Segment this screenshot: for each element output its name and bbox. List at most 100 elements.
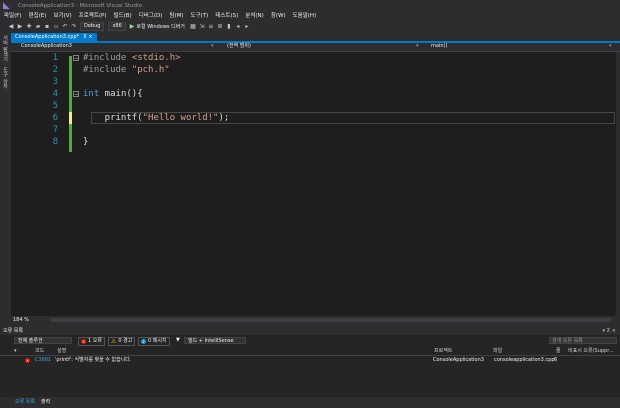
menu-help[interactable]: 도움말(H) bbox=[293, 12, 317, 21]
tab-label: ConsoleApplication3.cpp* bbox=[15, 34, 80, 40]
visual-studio-logo-icon: ◣ bbox=[3, 1, 10, 11]
menu-debug[interactable]: 디버그(D) bbox=[139, 12, 163, 21]
column-suppression[interactable]: 비표시 오류(Suppr... bbox=[568, 347, 614, 355]
next-bookmark-icon[interactable]: ▸ bbox=[244, 23, 250, 30]
step-icon[interactable]: ⇲ bbox=[199, 23, 205, 30]
comment-icon[interactable]: ≡ bbox=[208, 23, 214, 30]
window-title: ConsoleApplication3 - Microsoft Visual S… bbox=[18, 3, 143, 9]
menu-view[interactable]: 보기(V) bbox=[53, 12, 71, 21]
code-line-8: } bbox=[83, 136, 88, 148]
project-label: ConsoleApplication3 bbox=[21, 43, 72, 49]
tab-consoleapplication3-cpp[interactable]: ConsoleApplication3.cpp* ⊼ × bbox=[11, 33, 97, 41]
closing-brace: } bbox=[83, 137, 89, 147]
code-line-1: #include <stdio.h> bbox=[83, 52, 181, 64]
collapse-toggle-icon[interactable]: − bbox=[73, 91, 79, 98]
line-number: 2 bbox=[52, 65, 58, 75]
column-project[interactable]: 프로젝트 bbox=[434, 347, 452, 355]
menu-edit[interactable]: 편집(E) bbox=[29, 12, 47, 21]
change-indicator-saved bbox=[69, 56, 72, 152]
menu-window[interactable]: 창(W) bbox=[271, 12, 286, 21]
member-dropdown[interactable]: main() bbox=[431, 43, 447, 50]
sort-icon[interactable]: ▾ bbox=[14, 347, 17, 355]
scope-dropdown[interactable]: (전역 범위) bbox=[227, 43, 251, 50]
menu-tools[interactable]: 도구(T) bbox=[191, 12, 209, 21]
column-line[interactable]: 줄 bbox=[556, 347, 561, 355]
redo-icon[interactable]: ↷ bbox=[71, 23, 77, 30]
prev-bookmark-icon[interactable]: ◂ bbox=[235, 23, 241, 30]
editor-status-strip: 184 % bbox=[11, 316, 620, 324]
configuration-dropdown[interactable]: Debug bbox=[80, 22, 105, 31]
member-label: main() bbox=[431, 43, 448, 49]
start-debugging-button[interactable]: ▶ 로컬 Windows 디버거 bbox=[130, 23, 185, 30]
change-indicator-unsaved bbox=[69, 112, 72, 124]
warnings-count: 0 경고 bbox=[118, 338, 133, 344]
new-project-icon[interactable]: ✚ bbox=[26, 23, 32, 30]
column-file[interactable]: 파일 bbox=[493, 347, 502, 355]
chevron-down-icon[interactable]: ▾ bbox=[609, 43, 612, 49]
menu-team[interactable]: 팀(M) bbox=[169, 12, 183, 21]
menu-file[interactable]: 파일(F) bbox=[4, 12, 22, 21]
errors-filter-button[interactable]: × 1 오류 bbox=[78, 337, 105, 346]
project-dropdown[interactable]: ConsoleApplication3 bbox=[21, 43, 72, 50]
include-header: <stdio.h> bbox=[131, 53, 181, 63]
errors-count: 1 오류 bbox=[88, 338, 102, 344]
pin-close-icon[interactable]: ▾ ⊼ × bbox=[602, 327, 616, 335]
messages-filter-button[interactable]: i0 메시지 bbox=[138, 337, 170, 346]
undo-icon[interactable]: ↶ bbox=[62, 23, 68, 30]
bookmark-icon[interactable]: ▮ bbox=[226, 23, 232, 30]
preprocessor-directive: #include bbox=[83, 65, 132, 75]
error-list-panel: 오류 목록 ▾ ⊼ × 전체 솔루션 × 1 오류 ⚠ 0 경고 i0 메시지 ▼ … bbox=[0, 327, 620, 397]
bottom-tab-strip: 오류 목록 출력 bbox=[0, 397, 620, 408]
platform-dropdown[interactable]: x86 bbox=[108, 22, 126, 31]
tab-close-icon[interactable]: ⊼ × bbox=[83, 34, 92, 40]
error-list-column-headers: ▾ 코드 설명 프로젝트 파일 줄 비표시 오류(Suppr... bbox=[0, 347, 620, 356]
collapse-toggle-icon[interactable]: − bbox=[73, 55, 79, 62]
error-code-link[interactable]: C3861 bbox=[35, 356, 51, 364]
code-line-2: #include "pch.h" bbox=[83, 64, 170, 76]
menu-project[interactable]: 프로젝트(P) bbox=[79, 12, 107, 21]
horizontal-scrollbar[interactable] bbox=[51, 318, 611, 322]
title-bar: ◣ ConsoleApplication3 - Microsoft Visual… bbox=[0, 0, 620, 12]
tab-output[interactable]: 출력 bbox=[38, 398, 53, 406]
forward-icon[interactable]: ▶ bbox=[17, 23, 23, 30]
error-description: 'printf': 식별자를 찾을 수 없습니다. bbox=[55, 357, 132, 363]
toolbox-tab[interactable]: 도구 상자 bbox=[2, 67, 9, 89]
error-list-toolbar: 전체 솔루션 × 1 오류 ⚠ 0 경고 i0 메시지 ▼ 빌드 + Intelli… bbox=[0, 336, 620, 346]
navigation-bar: ConsoleApplication3 ▾ (전역 범위) ▾ main() ▾ bbox=[11, 43, 620, 52]
toolbar: ◀ ▶ ✚ ▰ ▪ ▫ ↶ ↷ Debug x86 ▶ 로컬 Windows 디… bbox=[0, 21, 620, 32]
error-icon: × bbox=[25, 358, 30, 363]
column-description[interactable]: 설명 bbox=[57, 347, 66, 355]
code-editor[interactable]: 1 2 3 4 5 6 7 8 − − #include <stdio.h> #… bbox=[11, 52, 616, 316]
line-number: 5 bbox=[52, 101, 58, 111]
error-file: consoleapplication3.cpp bbox=[494, 357, 555, 363]
open-icon[interactable]: ▰ bbox=[35, 23, 41, 30]
table-row[interactable]: × C3861 'printf': 식별자를 찾을 수 없습니다. Consol… bbox=[0, 356, 620, 364]
build-intellisense-dropdown[interactable]: 빌드 + IntelliSense bbox=[184, 337, 246, 344]
code-line-4: int main(){ bbox=[83, 88, 143, 100]
chevron-down-icon[interactable]: ▾ bbox=[211, 43, 214, 49]
back-icon[interactable]: ◀ bbox=[8, 23, 14, 30]
attach-icon[interactable]: ▦ bbox=[190, 23, 196, 30]
line-number: 6 bbox=[52, 113, 58, 123]
warnings-filter-button[interactable]: ⚠ 0 경고 bbox=[108, 337, 136, 346]
save-all-icon[interactable]: ▫ bbox=[53, 23, 59, 30]
function-call: printf( bbox=[83, 113, 143, 123]
string-literal: "Hello world!" bbox=[142, 113, 219, 123]
scope-filter-dropdown[interactable]: 전체 솔루션 bbox=[14, 337, 72, 344]
tab-error-list[interactable]: 오류 목록 bbox=[12, 398, 38, 406]
menu-build[interactable]: 빌드(B) bbox=[114, 12, 132, 21]
chevron-down-icon[interactable]: ▾ bbox=[416, 43, 419, 49]
filter-icon[interactable]: ▼ bbox=[174, 337, 182, 344]
line-number: 3 bbox=[52, 77, 58, 87]
document-tab-strip: ConsoleApplication3.cpp* ⊼ × bbox=[11, 33, 620, 43]
error-row-icon: × bbox=[25, 357, 30, 365]
error-list-search-input[interactable]: 검색 오류 목록 bbox=[549, 337, 617, 344]
zoom-level-dropdown[interactable]: 184 % bbox=[13, 316, 29, 324]
line-number: 1 bbox=[52, 53, 58, 63]
column-code[interactable]: 코드 bbox=[35, 347, 44, 355]
menu-test[interactable]: 테스트(S) bbox=[215, 12, 238, 21]
save-icon[interactable]: ▪ bbox=[44, 23, 50, 30]
server-explorer-tab[interactable]: 서버 탐색기 bbox=[2, 35, 9, 62]
uncomment-icon[interactable]: ≣ bbox=[217, 23, 223, 30]
menu-analyze[interactable]: 분석(N) bbox=[245, 12, 264, 21]
